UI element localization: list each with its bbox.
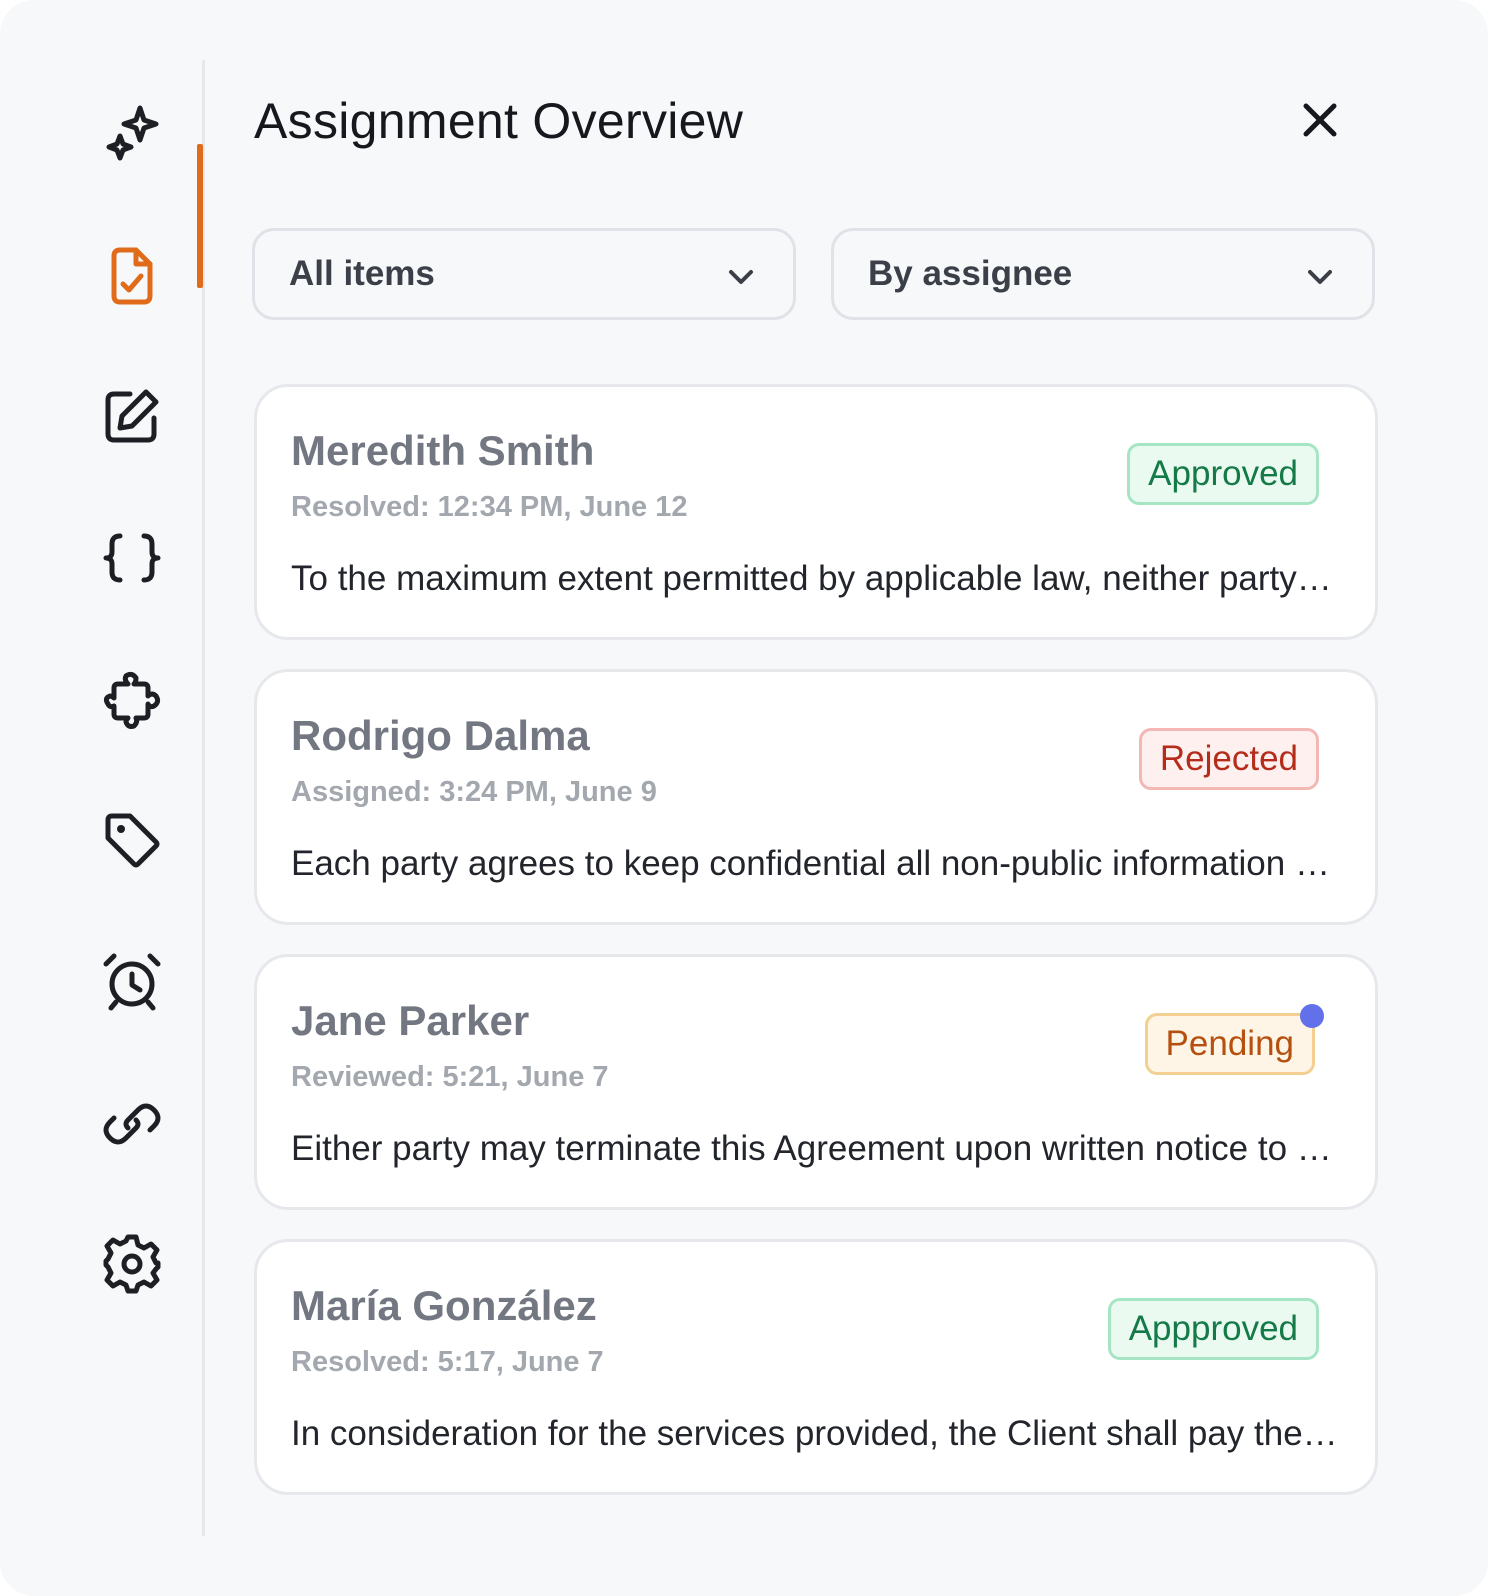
link-icon	[103, 1103, 161, 1145]
tag-icon	[105, 813, 160, 868]
items-filter-select[interactable]: All items	[252, 228, 796, 320]
sidebar-item-integrations[interactable]	[96, 664, 168, 736]
assignment-snippet: Either party may terminate this Agreemen…	[291, 1129, 1341, 1168]
active-indicator	[197, 144, 203, 288]
assignment-card[interactable]: Jane Parker Reviewed: 5:21, June 7 Pendi…	[254, 954, 1378, 1210]
sidebar-item-settings[interactable]	[96, 1228, 168, 1300]
sidebar	[0, 60, 205, 1536]
unread-dot	[1300, 1004, 1324, 1028]
assignee-name: Meredith Smith	[291, 427, 595, 474]
assignment-timestamp: Resolved: 5:17, June 7	[291, 1346, 604, 1378]
assignment-panel: Assignment Overview All items By assigne…	[0, 0, 1488, 1596]
sidebar-item-code[interactable]	[96, 522, 168, 594]
sidebar-item-edit[interactable]	[96, 380, 168, 452]
assignment-snippet: Each party agrees to keep confidential a…	[291, 844, 1341, 883]
page-title: Assignment Overview	[254, 93, 744, 149]
gear-icon	[103, 1234, 161, 1294]
group-by-select[interactable]: By assignee	[831, 228, 1375, 320]
chevron-down-icon	[1308, 270, 1332, 284]
assignee-name: Rodrigo Dalma	[291, 712, 590, 759]
group-by-value: By assignee	[868, 254, 1073, 293]
items-filter-value: All items	[289, 254, 435, 293]
chevron-down-icon	[729, 270, 753, 284]
sidebar-item-assignments[interactable]	[96, 240, 168, 312]
status-badge: Approved	[1127, 443, 1319, 505]
close-button[interactable]	[1296, 96, 1344, 144]
close-icon	[1303, 103, 1337, 137]
edit-icon	[105, 389, 159, 443]
sidebar-item-reminders[interactable]	[96, 946, 168, 1018]
assignee-name: Jane Parker	[291, 997, 530, 1044]
status-badge-wrapper: Pending	[1144, 1004, 1324, 1075]
assignment-snippet: To the maximum extent permitted by appli…	[291, 559, 1341, 598]
assignment-snippet: In consideration for the services provid…	[291, 1414, 1341, 1453]
assignment-card[interactable]: María González Resolved: 5:17, June 7 Ap…	[254, 1239, 1378, 1495]
assignment-timestamp: Resolved: 12:34 PM, June 12	[291, 491, 688, 523]
puzzle-icon	[103, 671, 161, 729]
sidebar-item-sparkles[interactable]	[96, 98, 168, 170]
assignment-card[interactable]: Rodrigo Dalma Assigned: 3:24 PM, June 9 …	[254, 669, 1378, 925]
assignment-timestamp: Reviewed: 5:21, June 7	[291, 1061, 609, 1093]
status-badge: Pending	[1165, 1024, 1294, 1063]
status-badge: Appproved	[1107, 1298, 1319, 1360]
document-check-icon	[111, 247, 153, 305]
assignment-timestamp: Assigned: 3:24 PM, June 9	[291, 776, 657, 808]
alarm-clock-icon	[103, 953, 161, 1011]
sidebar-item-tags[interactable]	[96, 804, 168, 876]
braces-icon	[103, 533, 161, 583]
sidebar-item-links[interactable]	[96, 1088, 168, 1160]
assignment-card[interactable]: Meredith Smith Resolved: 12:34 PM, June …	[254, 384, 1378, 640]
assignee-name: María González	[291, 1282, 597, 1329]
status-badge: Rejected	[1138, 728, 1319, 790]
sparkles-icon	[106, 105, 159, 161]
